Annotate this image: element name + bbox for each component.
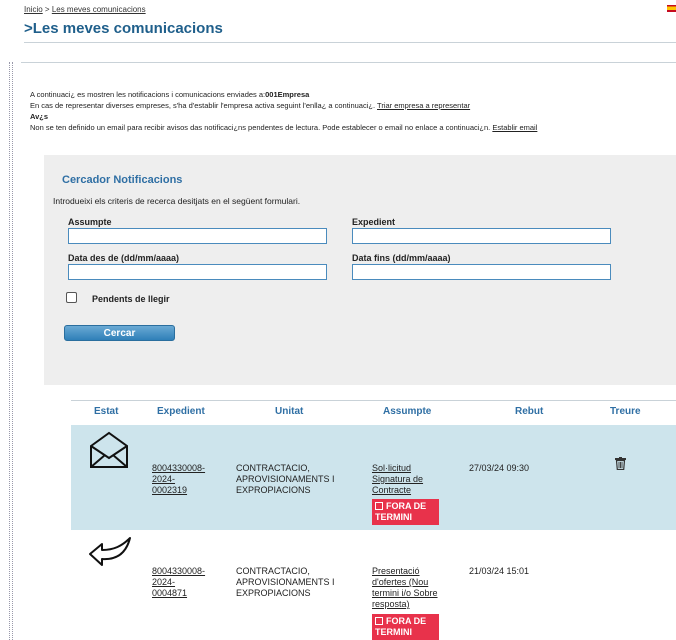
assumpte-line[interactable]: d'ofertes (Nou	[372, 577, 428, 587]
breadcrumb-home-link[interactable]: Inicio	[24, 5, 43, 14]
breadcrumb-current-link[interactable]: Les meves comunicacions	[52, 5, 146, 14]
info-line-company: En cas de representar diverses empreses,…	[30, 101, 470, 110]
date-to-input[interactable]	[352, 264, 611, 280]
expedient-part[interactable]: 0004871	[152, 588, 187, 598]
language-flag-icon[interactable]	[667, 5, 676, 12]
left-border	[9, 62, 10, 640]
col-header-unitat[interactable]: Unitat	[275, 406, 303, 417]
col-header-rebut[interactable]: Rebut	[515, 406, 543, 417]
title-divider	[24, 42, 676, 43]
assumpte-link[interactable]: Sol·licitud Signatura de Contracte	[372, 463, 423, 496]
assumpte-line[interactable]: Presentació	[372, 566, 420, 576]
info-email-text: Non se ten definido un email para recibi…	[30, 123, 493, 132]
content-divider	[21, 62, 676, 63]
active-company-name: 001Empresa	[265, 90, 310, 99]
badge-line: FORA DE	[386, 501, 427, 511]
unitat-line: CONTRACTACIO,	[236, 566, 310, 576]
info-recipient-text: A continuaci¿ es mostren les notificacio…	[30, 90, 266, 99]
assumpte-line[interactable]: resposta)	[372, 599, 410, 609]
expedient-part[interactable]: 2024-	[152, 474, 175, 484]
breadcrumb: Inicio > Les meves comunicacions	[24, 5, 146, 14]
breadcrumb-separator: >	[42, 5, 52, 14]
badge-square-icon	[375, 617, 383, 625]
col-header-estat[interactable]: Estat	[94, 406, 118, 417]
table-top-divider	[71, 400, 676, 401]
pending-label: Pendents de llegir	[92, 294, 170, 304]
overdue-badge: FORA DE TERMINI	[372, 614, 439, 640]
assumpte-label: Assumpte	[68, 217, 112, 227]
assumpte-line[interactable]: Contracte	[372, 485, 411, 495]
pending-checkbox[interactable]	[66, 292, 77, 303]
set-email-link[interactable]: Establir email	[492, 123, 537, 132]
info-line-recipient: A continuaci¿ es mostren les notificacio…	[30, 90, 309, 99]
badge-line: FORA DE	[386, 616, 427, 626]
expedient-input[interactable]	[352, 228, 611, 244]
col-header-expedient[interactable]: Expedient	[157, 406, 205, 417]
received-date: 27/03/24 09:30	[469, 463, 530, 473]
received-date: 21/03/24 15:01	[469, 566, 530, 576]
expedient-label: Expedient	[352, 217, 396, 227]
unitat-line: APROVISIONAMENTS I	[236, 577, 335, 587]
unitat-text: CONTRACTACIO, APROVISIONAMENTS I EXPROPI…	[236, 566, 335, 599]
notice-heading: Av¿s	[30, 112, 49, 121]
search-button[interactable]: Cercar	[64, 325, 175, 341]
badge-line: TERMINI	[375, 512, 412, 522]
trash-icon[interactable]	[615, 457, 626, 470]
unitat-line: EXPROPIACIONS	[236, 485, 311, 495]
date-to-label: Data fins (dd/mm/aaaa)	[352, 253, 451, 263]
expedient-part[interactable]: 2024-	[152, 577, 175, 587]
unitat-line: EXPROPIACIONS	[236, 588, 311, 598]
badge-square-icon	[375, 502, 383, 510]
assumpte-line[interactable]: Signatura de	[372, 474, 423, 484]
date-from-input[interactable]	[68, 264, 327, 280]
assumpte-line[interactable]: Sol·licitud	[372, 463, 411, 473]
info-line-email: Non se ten definido un email para recibi…	[30, 123, 537, 132]
unitat-text: CONTRACTACIO, APROVISIONAMENTS I EXPROPI…	[236, 463, 335, 496]
left-border-inner	[12, 62, 13, 640]
page-title: >Les meves comunicacions	[24, 20, 223, 37]
assumpte-input[interactable]	[68, 228, 327, 244]
reply-arrow-icon[interactable]	[88, 534, 132, 566]
date-from-label: Data des de (dd/mm/aaaa)	[68, 253, 180, 263]
badge-line: TERMINI	[375, 627, 412, 637]
search-title: Cercador Notificacions	[62, 174, 183, 186]
info-company-text: En cas de representar diverses empreses,…	[30, 101, 378, 110]
choose-company-link[interactable]: Triar empresa a representar	[377, 101, 470, 110]
assumpte-link[interactable]: Presentació d'ofertes (Nou termini i/o S…	[372, 566, 438, 610]
assumpte-line[interactable]: termini i/o Sobre	[372, 588, 438, 598]
expedient-link[interactable]: 8004330008- 2024- 0002319	[152, 463, 205, 496]
expedient-link[interactable]: 8004330008- 2024- 0004871	[152, 566, 205, 599]
expedient-part[interactable]: 8004330008-	[152, 566, 205, 576]
unitat-line: CONTRACTACIO,	[236, 463, 310, 473]
unitat-line: APROVISIONAMENTS I	[236, 474, 335, 484]
expedient-part[interactable]: 8004330008-	[152, 463, 205, 473]
search-intro: Introdueixi els criteris de recerca desi…	[53, 196, 301, 206]
col-header-treure[interactable]: Treure	[610, 406, 641, 417]
envelope-open-icon[interactable]	[88, 430, 130, 470]
col-header-assumpte[interactable]: Assumpte	[383, 406, 431, 417]
overdue-badge: FORA DE TERMINI	[372, 499, 439, 525]
expedient-part[interactable]: 0002319	[152, 485, 187, 495]
